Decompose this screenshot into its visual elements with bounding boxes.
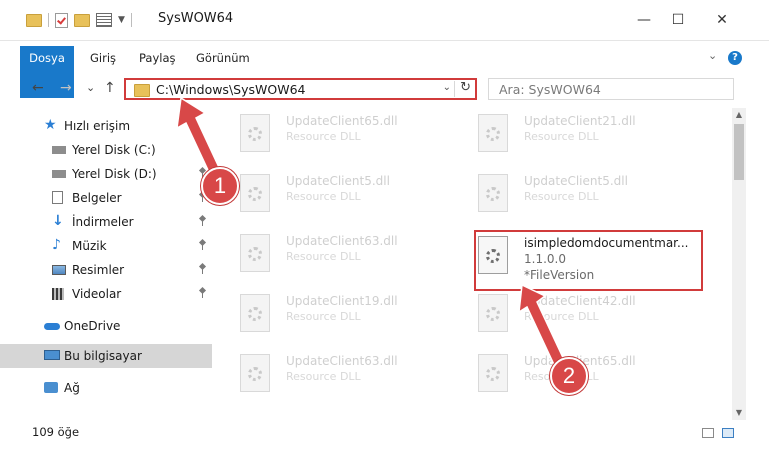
- callout-badge-1: 1: [201, 167, 239, 205]
- annotation-arrows: [176, 96, 567, 371]
- callout-badge-2: 2: [550, 357, 588, 395]
- arrow-2: [518, 283, 567, 371]
